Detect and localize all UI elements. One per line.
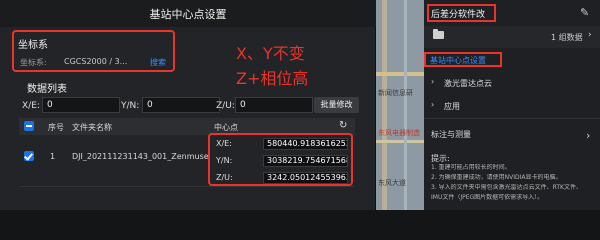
tip-line: 1. 重建可能占用较长的时间。 [431, 164, 511, 171]
coordinate-search-link[interactable]: 搜索 [150, 57, 166, 68]
center-z-label: Z/U: [216, 173, 233, 182]
folder-icon [433, 29, 444, 39]
tips-title: 提示: [431, 154, 450, 163]
batch-y-label: Y/N: [121, 101, 140, 111]
batch-z-input[interactable]: 0 [235, 97, 313, 113]
center-x-input[interactable]: 580440.9183616253 [263, 138, 348, 150]
header-folder: 文件夹名称 [72, 123, 112, 132]
measure-menu-item[interactable]: 标注与测量 [431, 129, 471, 140]
tip-line: 3. 导入的文件夹中需包含激光雷达点云文件、RTK文件、 [431, 184, 582, 191]
row-checkbox[interactable] [24, 151, 34, 161]
batch-x-input[interactable]: 0 [42, 97, 120, 113]
batch-x-label: X/E: [22, 101, 40, 111]
panel-title: 后差分软件改 [431, 10, 486, 20]
batch-y-input[interactable]: 0 [142, 97, 220, 113]
center-y-input[interactable]: 3038219.7546715685 [263, 155, 348, 167]
chevron-right-icon[interactable]: › [586, 129, 590, 142]
tip-line: IMU文件（JPEG图片数据可依需求导入）。 [431, 194, 544, 201]
coordinate-system-label: 坐标系: [20, 58, 47, 67]
batch-z-label: Z/U: [216, 101, 235, 111]
folder-data-count: 1 组数据 [551, 33, 583, 42]
row-index: 1 [50, 152, 56, 161]
header-center: 中心点 [214, 123, 238, 132]
map-label: 东风大道 [378, 179, 406, 187]
table-divider [19, 186, 355, 187]
chevron-right-icon[interactable]: › [588, 30, 592, 40]
annotation-line-1: X、Y不变 [236, 44, 305, 63]
coordinate-system-title: 坐标系 [18, 40, 48, 51]
map-road [376, 140, 424, 143]
dialog-title: 基站中心点设置 [149, 8, 227, 21]
annotation-line-2: Z+相位高 [236, 69, 309, 88]
map-label: 新闻信息研 [378, 89, 413, 97]
edit-icon[interactable]: ✎ [580, 6, 589, 19]
map-label: 东风电器制造 [378, 129, 420, 137]
row-folder-name: DJI_202111231143_001_Zenmuse-L [72, 152, 208, 161]
header-index: 序号 [48, 123, 64, 132]
base-station-menu-item[interactable]: 基站中心点设置 [430, 55, 486, 66]
chevron-right-icon[interactable]: › [431, 77, 434, 86]
map-road [376, 72, 424, 76]
annotation-text: X、Y不变 Z+相位高 [236, 41, 356, 91]
lidar-menu-item[interactable]: 激光雷达点云 [444, 78, 492, 89]
chevron-right-icon[interactable]: › [431, 100, 434, 109]
center-x-label: X/E: [216, 139, 232, 148]
coordinate-system-value[interactable]: CGCS2000 / 3... [64, 57, 127, 66]
map-background[interactable]: 新闻信息研 东风电器制造 东风大道 [376, 0, 424, 210]
panel-divider [424, 118, 600, 119]
data-list-title: 数据列表 [27, 84, 67, 95]
center-z-input[interactable]: 3242.0501245539635 [263, 172, 348, 184]
tip-line: 2. 为确保重建成功，请使用NVIDIA显卡的电脑。 [431, 174, 562, 181]
batch-modify-button[interactable]: 批量修改 [314, 97, 359, 113]
center-y-label: Y/N: [216, 156, 233, 165]
refresh-icon[interactable]: ↻ [339, 120, 347, 131]
apply-menu-item[interactable]: 应用 [444, 101, 460, 112]
select-all-checkbox[interactable] [24, 121, 34, 131]
